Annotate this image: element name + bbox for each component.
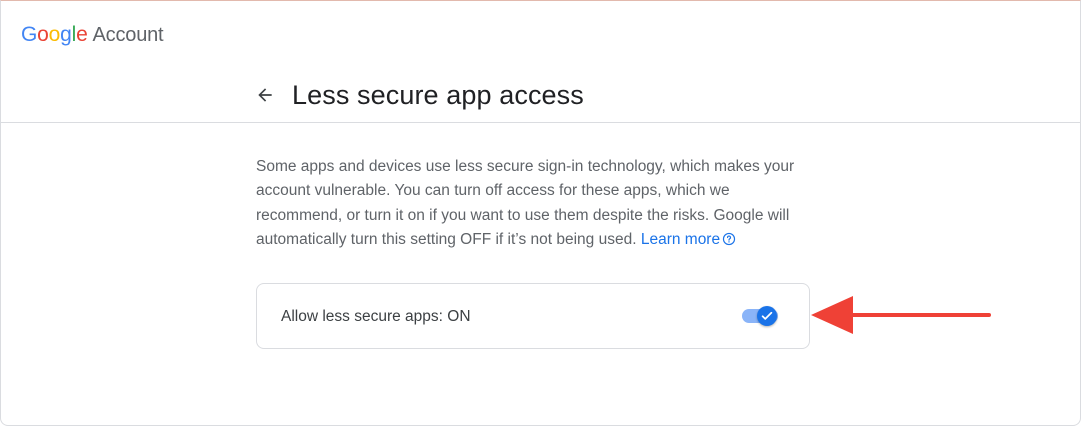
less-secure-apps-setting-card[interactable]: Allow less secure apps: ON [256, 283, 810, 349]
logo-letter: e [76, 23, 88, 46]
page-title: Less secure app access [292, 79, 584, 110]
red-annotation-arrow-icon [811, 296, 991, 334]
learn-more-link[interactable]: Learn more [641, 231, 736, 248]
google-account-logo[interactable]: G o o g l e Account [21, 23, 164, 47]
header-divider [1, 122, 1081, 123]
logo-letter: o [48, 23, 61, 46]
help-circle-icon [722, 232, 736, 246]
back-button[interactable] [253, 83, 277, 107]
google-wordmark: G o o g l e [21, 23, 88, 47]
logo-letter: G [21, 23, 38, 46]
page-header: Less secure app access [253, 77, 584, 113]
less-secure-apps-toggle[interactable] [742, 304, 780, 328]
page-frame: G o o g l e Account Less secure app acce… [0, 0, 1081, 426]
product-name: Account [92, 24, 164, 46]
logo-letter: g [60, 23, 72, 46]
learn-more-label: Learn more [640, 230, 721, 248]
toggle-thumb [757, 306, 777, 326]
description-text: Some apps and devices use less secure si… [256, 155, 801, 252]
logo-letter: o [37, 23, 49, 46]
setting-label: Allow less secure apps: ON [281, 308, 471, 325]
arrow-back-icon [258, 88, 272, 102]
check-icon [761, 311, 773, 320]
